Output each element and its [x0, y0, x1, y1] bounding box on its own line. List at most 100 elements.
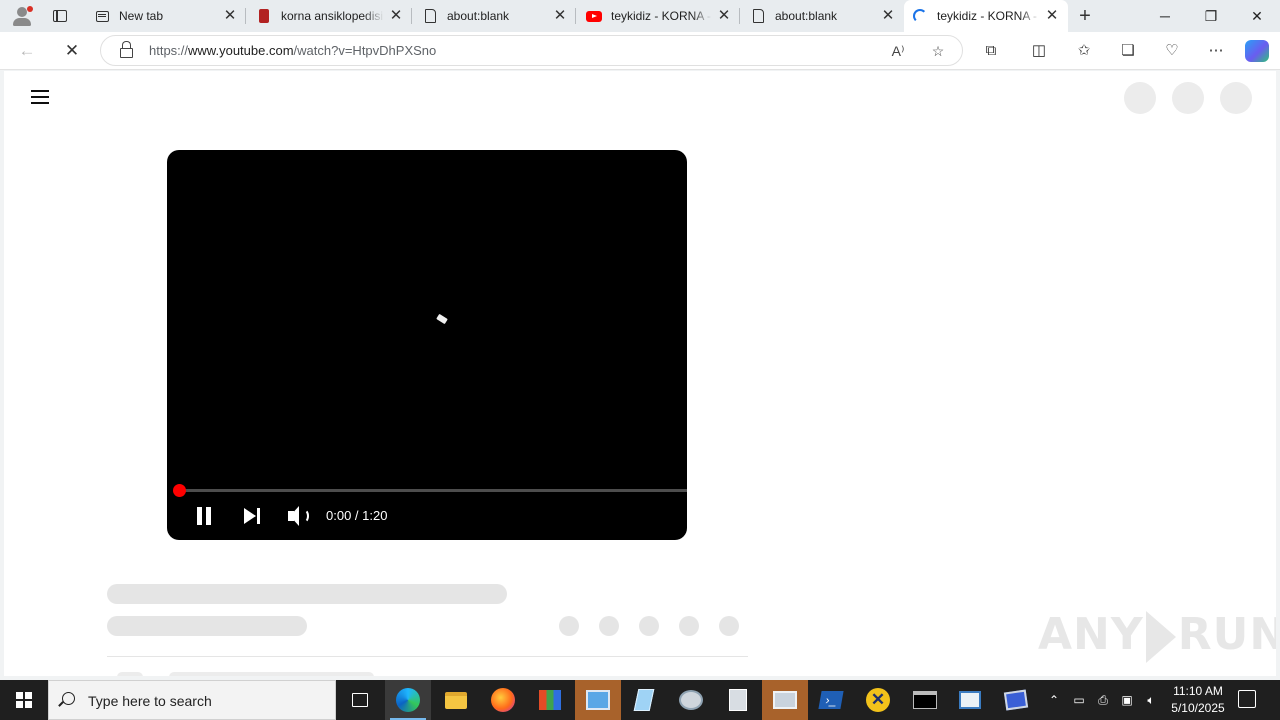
tab-title: about:blank	[447, 9, 510, 23]
tab-title: teykidiz - KORNA - YouTube	[611, 9, 712, 23]
search-placeholder: Type here to search	[88, 693, 212, 709]
action-placeholder	[639, 616, 659, 636]
file-explorer-icon[interactable]	[433, 680, 479, 720]
menu-icon[interactable]	[31, 90, 49, 104]
tab-new-tab[interactable]: New tab ✕	[86, 0, 246, 32]
monitor-app-icon[interactable]	[993, 680, 1039, 720]
split-screen-icon[interactable]: ◫	[1028, 40, 1050, 62]
page-viewport: 0:00 / 1:20 ANY RUN	[4, 71, 1276, 676]
tab-youtube-active[interactable]: teykidiz - KORNA - YouTube ✕	[904, 0, 1068, 32]
anyrun-watermark: ANY RUN	[1038, 609, 1276, 663]
tab-title: korna ansiklopedisi	[281, 9, 384, 23]
tab-title: about:blank	[775, 9, 838, 23]
new-tab-icon	[94, 8, 110, 24]
close-tab-icon[interactable]: ✕	[1044, 8, 1060, 24]
taskbar: Type here to search ›_ ✕ ⌃ ▭ ⎙ ▣ 🔈︎ 11:1…	[0, 680, 1280, 720]
tab-about-blank-2[interactable]: about:blank ✕	[742, 0, 904, 32]
firefox-icon[interactable]	[480, 680, 526, 720]
search-icon	[62, 692, 75, 705]
tab-title: teykidiz - KORNA - YouTube	[937, 9, 1040, 23]
copilot-icon[interactable]	[1245, 40, 1269, 62]
tab-strip: New tab ✕ korna ansiklopedisi ✕ about:bl…	[0, 0, 1280, 32]
divider	[107, 656, 748, 657]
task-view-icon[interactable]	[337, 680, 383, 720]
tab-korna-ansiklopedisi[interactable]: korna ansiklopedisi ✕	[248, 0, 412, 32]
tab-about-blank-1[interactable]: about:blank ✕	[414, 0, 576, 32]
paint-icon[interactable]	[668, 680, 714, 720]
color-app-icon[interactable]	[527, 680, 573, 720]
favorite-star-icon[interactable]: ☆	[928, 41, 948, 61]
notepad-icon[interactable]	[621, 680, 667, 720]
edge-taskbar-icon[interactable]	[385, 680, 431, 720]
youtube-icon	[586, 8, 602, 24]
lock-icon[interactable]	[120, 41, 133, 58]
more-menu-icon[interactable]: ⋯	[1205, 40, 1227, 62]
battery-icon[interactable]: ▭	[1070, 691, 1088, 709]
show-hidden-icons-icon[interactable]: ⌃	[1045, 691, 1063, 709]
tab-actions-icon[interactable]	[50, 6, 70, 26]
taskbar-search[interactable]: Type here to search	[48, 680, 336, 720]
profile-avatar-icon[interactable]	[8, 4, 36, 28]
browser-essentials-icon[interactable]: ♡	[1161, 40, 1183, 62]
action-placeholder	[559, 616, 579, 636]
back-button[interactable]: ←	[15, 39, 39, 63]
close-tab-icon[interactable]: ✕	[716, 8, 732, 24]
video-player[interactable]: 0:00 / 1:20	[167, 150, 687, 540]
x-app-icon[interactable]: ✕	[855, 680, 901, 720]
restore-button[interactable]: ❐	[1188, 0, 1234, 32]
minimize-button[interactable]: ─	[1142, 0, 1188, 32]
volume-tray-icon[interactable]: 🔈︎	[1142, 691, 1160, 709]
new-tab-button[interactable]: +	[1074, 6, 1096, 26]
navigation-bar: ← ✕ https://www.youtube.com/watch?v=Htpv…	[0, 32, 1280, 70]
system-clock[interactable]: 11:10 AM 5/10/2025	[1163, 683, 1233, 717]
clock-date: 5/10/2025	[1171, 701, 1225, 715]
placeholder-circle	[1124, 82, 1156, 114]
start-button[interactable]	[0, 680, 48, 720]
windows-logo-icon	[16, 692, 32, 708]
placeholder-circle	[1172, 82, 1204, 114]
network-icon[interactable]: ▣	[1118, 691, 1136, 709]
registry-editor-icon[interactable]	[947, 680, 993, 720]
image-viewer-icon[interactable]	[762, 680, 808, 720]
action-placeholder	[599, 616, 619, 636]
powershell-icon[interactable]: ›_	[808, 680, 854, 720]
next-video-button[interactable]	[237, 503, 267, 529]
control-panel-icon[interactable]	[575, 680, 621, 720]
progress-bar[interactable]	[179, 489, 687, 492]
notification-center-icon[interactable]	[1238, 690, 1256, 708]
close-window-button[interactable]: ✕	[1234, 0, 1280, 32]
scrubber-handle[interactable]	[173, 484, 186, 497]
site-icon	[256, 8, 272, 24]
favorites-icon[interactable]: ✩	[1073, 40, 1095, 62]
page-icon	[422, 8, 438, 24]
channel-placeholder	[107, 616, 307, 636]
close-tab-icon[interactable]: ✕	[552, 8, 568, 24]
loading-icon	[912, 8, 928, 24]
placeholder-circle	[1220, 82, 1252, 114]
placeholder	[169, 672, 374, 676]
close-tab-icon[interactable]: ✕	[880, 8, 896, 24]
device-icon[interactable]: ⎙	[1094, 691, 1112, 709]
address-bar[interactable]: https://www.youtube.com/watch?v=HtpvDhPX…	[100, 35, 963, 66]
extensions-icon[interactable]: ⧉	[980, 40, 1002, 62]
pause-button[interactable]	[191, 503, 221, 529]
clock-time: 11:10 AM	[1173, 684, 1223, 698]
action-placeholder	[719, 616, 739, 636]
url-text[interactable]: https://www.youtube.com/watch?v=HtpvDhPX…	[149, 43, 436, 58]
tab-youtube-1[interactable]: teykidiz - KORNA - YouTube ✕	[578, 0, 740, 32]
close-tab-icon[interactable]: ✕	[222, 8, 238, 24]
volume-button[interactable]	[284, 503, 314, 529]
stop-loading-button[interactable]: ✕	[60, 39, 84, 63]
placeholder	[117, 672, 143, 676]
collections-icon[interactable]: ❏	[1117, 40, 1139, 62]
close-tab-icon[interactable]: ✕	[388, 8, 404, 24]
page-icon	[750, 8, 766, 24]
command-prompt-icon[interactable]	[902, 680, 948, 720]
mouse-cursor-icon	[436, 313, 448, 325]
read-aloud-icon[interactable]: A⁾	[888, 41, 908, 61]
tab-title: New tab	[119, 9, 164, 23]
archive-icon[interactable]	[715, 680, 761, 720]
time-display: 0:00 / 1:20	[326, 508, 388, 523]
title-placeholder	[107, 584, 507, 604]
action-placeholder	[679, 616, 699, 636]
